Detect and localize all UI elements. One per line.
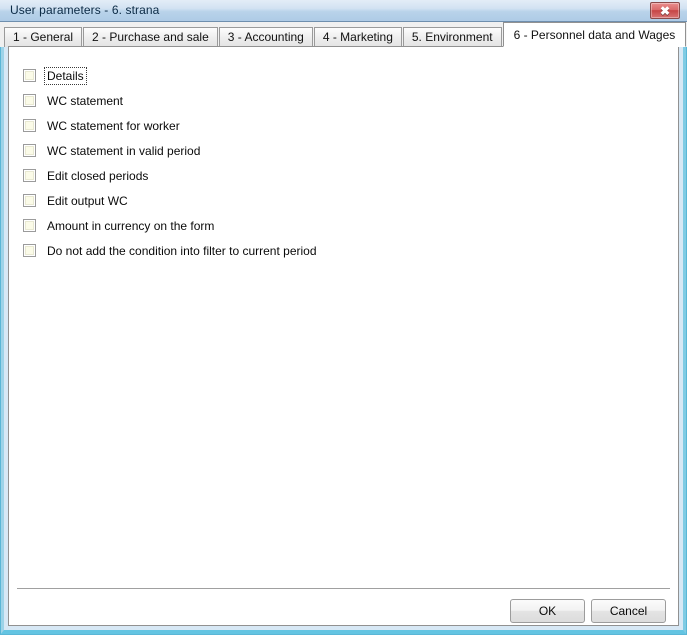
checkbox-label-edit-closed-periods: Edit closed periods xyxy=(47,168,149,183)
tab-panel-personnel-data-and-wages: Details WC statement WC statement for wo… xyxy=(8,46,679,626)
checkbox-row-amount-in-currency-on-the-form[interactable]: Amount in currency on the form xyxy=(23,213,643,238)
checkbox-do-not-add-condition[interactable] xyxy=(23,244,36,257)
tab-list: 1 - General 2 - Purchase and sale 3 - Ac… xyxy=(4,22,687,47)
checkbox-label-edit-output-wc: Edit output WC xyxy=(47,193,128,208)
title-bar: User parameters - 6. strana ✖ xyxy=(0,0,687,22)
checkbox-label-details: Details xyxy=(44,66,87,85)
checkbox-row-wc-statement-for-worker[interactable]: WC statement for worker xyxy=(23,113,643,138)
checkbox-label-wc-statement-for-worker: WC statement for worker xyxy=(47,118,180,133)
tab-marketing[interactable]: 4 - Marketing xyxy=(313,27,402,47)
checkbox-wc-statement-for-worker[interactable] xyxy=(23,119,36,132)
checkbox-details[interactable] xyxy=(23,69,36,82)
checkbox-label-amount-in-currency-on-the-form: Amount in currency on the form xyxy=(47,218,215,233)
checkbox-row-wc-statement-in-valid-period[interactable]: WC statement in valid period xyxy=(23,138,643,163)
tab-environment[interactable]: 5. Environment xyxy=(402,27,502,47)
tab-purchase-and-sale[interactable]: 2 - Purchase and sale xyxy=(83,27,218,47)
tab-strip: 1 - General 2 - Purchase and sale 3 - Ac… xyxy=(0,22,687,47)
ok-button[interactable]: OK xyxy=(510,599,585,623)
dialog-window: User parameters - 6. strana ✖ 1 - Genera… xyxy=(0,0,687,635)
checkbox-edit-output-wc[interactable] xyxy=(23,194,36,207)
checkbox-wc-statement-in-valid-period[interactable] xyxy=(23,144,36,157)
checkbox-label-wc-statement: WC statement xyxy=(47,93,124,108)
dialog-button-bar: OK Cancel xyxy=(510,599,666,623)
checkbox-label-do-not-add-condition: Do not add the condition into filter to … xyxy=(47,243,317,258)
checkbox-wc-statement[interactable] xyxy=(23,94,36,107)
options-list: Details WC statement WC statement for wo… xyxy=(23,63,643,263)
tab-accounting[interactable]: 3 - Accounting xyxy=(218,27,313,47)
window-title: User parameters - 6. strana xyxy=(10,3,160,17)
close-icon[interactable]: ✖ xyxy=(650,2,680,19)
tab-personnel-data-and-wages[interactable]: 6 - Personnel data and Wages xyxy=(502,22,687,47)
checkbox-row-do-not-add-condition[interactable]: Do not add the condition into filter to … xyxy=(23,238,643,263)
close-glyph: ✖ xyxy=(659,4,671,18)
checkbox-row-edit-output-wc[interactable]: Edit output WC xyxy=(23,188,643,213)
footer-separator xyxy=(17,588,670,589)
checkbox-row-wc-statement[interactable]: WC statement xyxy=(23,88,643,113)
checkbox-row-edit-closed-periods[interactable]: Edit closed periods xyxy=(23,163,643,188)
checkbox-row-details[interactable]: Details xyxy=(23,63,643,88)
checkbox-edit-closed-periods[interactable] xyxy=(23,169,36,182)
checkbox-label-wc-statement-in-valid-period: WC statement in valid period xyxy=(47,143,201,158)
tab-general[interactable]: 1 - General xyxy=(4,27,83,47)
cancel-button[interactable]: Cancel xyxy=(591,599,666,623)
checkbox-amount-in-currency-on-the-form[interactable] xyxy=(23,219,36,232)
